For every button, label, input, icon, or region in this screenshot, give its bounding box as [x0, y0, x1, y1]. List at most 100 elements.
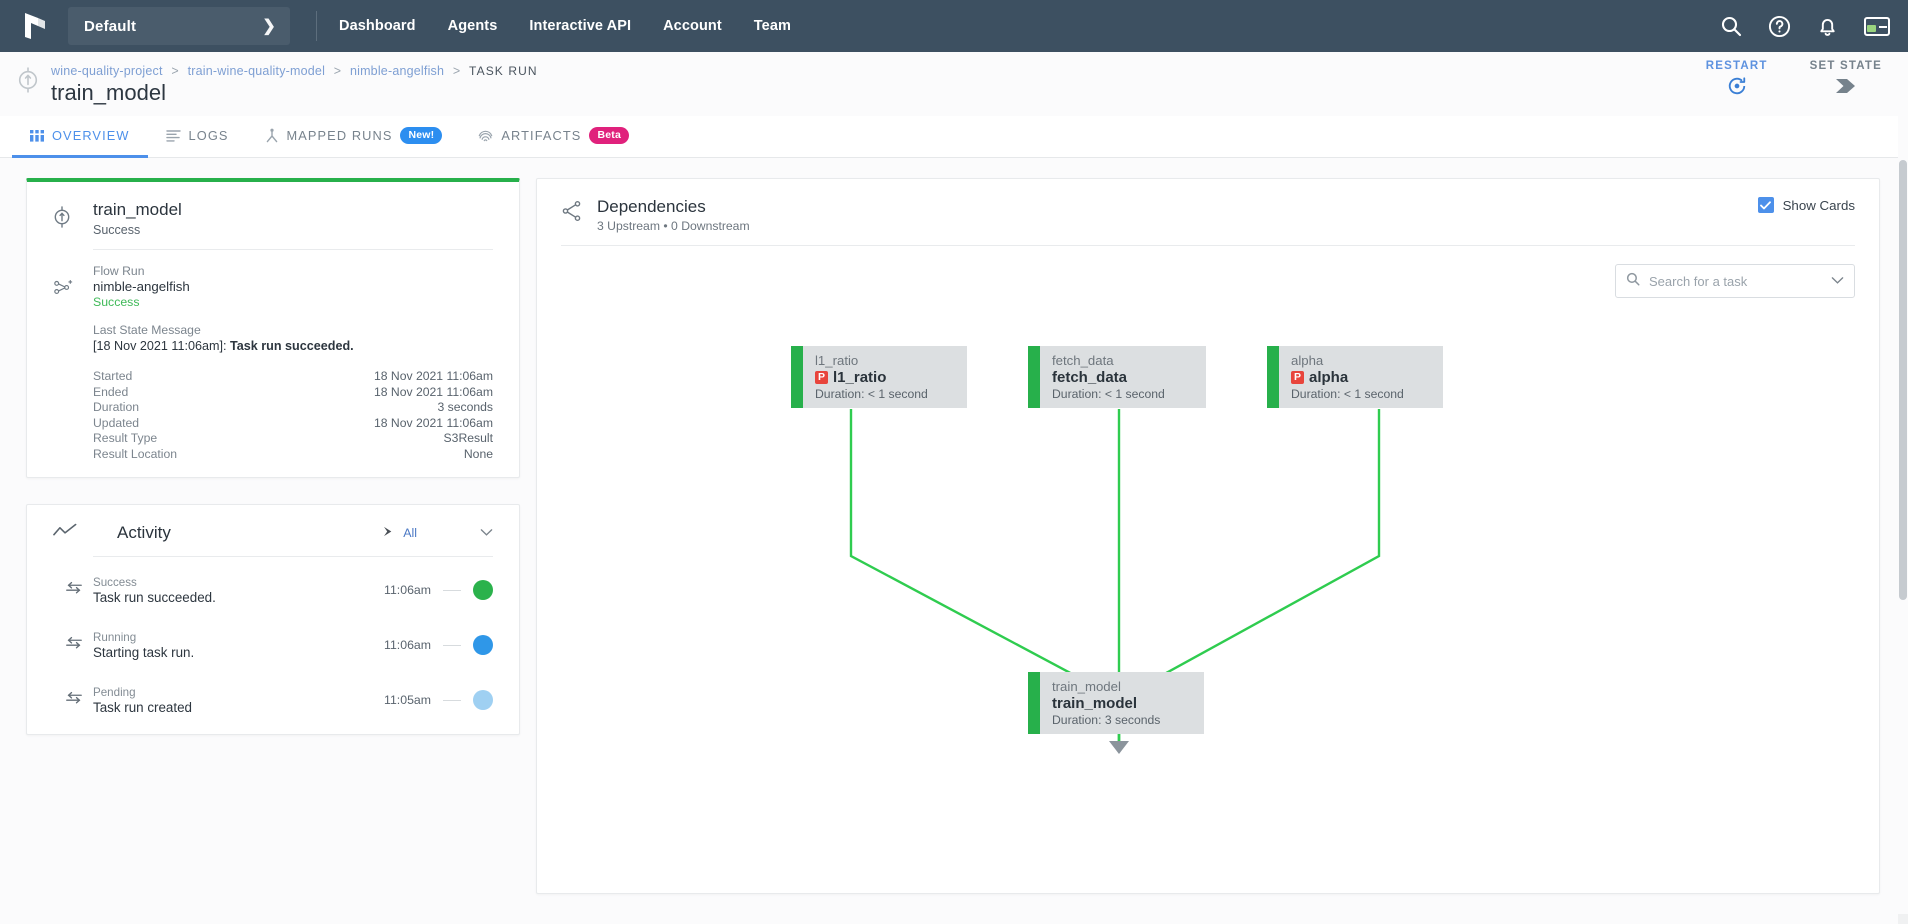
prefect-logo-icon[interactable] — [22, 11, 50, 41]
activity-row[interactable]: Running Starting task run. 11:06am — [66, 618, 493, 673]
detail-row: Updated 18 Nov 2021 11:06am — [93, 416, 493, 432]
detail-value: 18 Nov 2021 11:06am — [373, 415, 493, 430]
activity-filter-label: All — [403, 526, 417, 541]
show-cards-toggle[interactable]: Show Cards — [1757, 197, 1855, 213]
activity-message: Task run succeeded. — [93, 589, 216, 605]
detail-value: 18 Nov 2021 11:06am — [373, 369, 493, 383]
activity-row[interactable]: Success Task run succeeded. 11:06am — [66, 563, 493, 618]
detail-key: Duration — [93, 400, 140, 415]
dependency-node-train-model[interactable]: train_model train_model Duration: 3 seco… — [1028, 672, 1204, 734]
activity-rows: Success Task run succeeded. 11:06am Runn… — [66, 563, 493, 728]
dependencies-icon — [561, 200, 583, 227]
node-name: train_model — [1052, 694, 1138, 712]
activity-connector — [443, 644, 461, 646]
chevron-down-icon[interactable] — [1831, 272, 1844, 290]
flow-run-label: Flow Run — [93, 264, 145, 278]
detail-value: 18 Nov 2021 11:06am — [373, 384, 493, 399]
right-column: Dependencies 3 Upstream • 0 Downstream S… — [520, 178, 1908, 918]
node-duration: Duration: < 1 second — [815, 386, 928, 401]
activity-state-dot — [473, 635, 493, 656]
notifications-icon[interactable] — [1817, 15, 1838, 38]
tab-artifacts[interactable]: ARTIFACTS Beta — [460, 116, 647, 158]
top-navigation-bar: Default ❯ Dashboard Agents Interactive A… — [0, 0, 1908, 52]
nav-link-agents[interactable]: Agents — [448, 18, 498, 34]
activity-filter[interactable]: All — [383, 524, 493, 542]
filter-arrow-icon — [383, 524, 396, 542]
page-scrollbar[interactable] — [1898, 52, 1908, 924]
search-icon — [1626, 272, 1640, 291]
search-icon[interactable] — [1720, 15, 1742, 37]
detail-value: 3 seconds — [437, 400, 493, 415]
set-state-button[interactable]: SET STATE — [1810, 60, 1882, 96]
dependency-node-fetch-data[interactable]: fetch_data fetch_data Duration: < 1 seco… — [1028, 346, 1206, 408]
node-name-row: fetch_data — [1052, 368, 1165, 387]
activity-state: Pending — [93, 685, 136, 699]
breadcrumb-item-project[interactable]: wine-quality-project — [51, 64, 163, 78]
nav-links: Dashboard Agents Interactive API Account… — [339, 18, 791, 34]
flow-run-state: Success — [93, 295, 140, 309]
node-top-label: alpha — [1291, 352, 1324, 368]
left-column: train_model Success Flow Run nimble-ange… — [0, 178, 520, 918]
tab-logs[interactable]: LOGS — [148, 116, 247, 158]
breadcrumb-current: TASK RUN — [469, 64, 538, 78]
detail-row: Result Location None — [93, 447, 493, 463]
activity-state: Success — [93, 575, 137, 589]
project-selector-label: Default — [84, 17, 137, 35]
tab-mapped-runs[interactable]: MAPPED RUNS New! — [247, 116, 461, 158]
state-change-icon — [65, 636, 83, 655]
tab-overview[interactable]: OVERVIEW — [12, 116, 148, 158]
task-search-input[interactable]: Search for a task — [1615, 264, 1855, 298]
activity-row[interactable]: Pending Task run created 11:05am — [66, 673, 493, 728]
nav-link-dashboard[interactable]: Dashboard — [339, 18, 416, 34]
divider — [93, 555, 493, 557]
divider — [93, 249, 493, 250]
activity-card: Activity All Success Task run succeeded.… — [26, 503, 520, 735]
parameter-badge-icon: P — [1291, 370, 1304, 384]
nav-link-account[interactable]: Account — [663, 18, 722, 34]
dependencies-card: Dependencies 3 Upstream • 0 Downstream S… — [536, 178, 1880, 894]
node-name-row: P l1_ratio — [815, 368, 928, 387]
tab-mapped-runs-badge: New! — [400, 126, 443, 145]
node-status-bar — [1028, 346, 1040, 408]
task-run-summary-card: train_model Success Flow Run nimble-ange… — [26, 178, 520, 478]
dependency-node-alpha[interactable]: alpha P alpha Duration: < 1 second — [1267, 346, 1443, 408]
state-change-icon — [65, 691, 83, 710]
billing-icon[interactable] — [1864, 16, 1890, 36]
header-actions: RESTART SET STATE — [1706, 60, 1882, 96]
flow-run-block: Flow Run nimble-angelfish Success — [54, 264, 493, 309]
activity-state: Running — [93, 630, 137, 644]
help-icon[interactable] — [1768, 15, 1791, 38]
flow-run-name[interactable]: nimble-angelfish — [93, 279, 493, 294]
detail-key: Ended — [93, 384, 129, 399]
activity-connector — [443, 699, 461, 701]
restart-icon — [1706, 76, 1768, 96]
node-name: l1_ratio — [833, 368, 887, 386]
detail-key: Result Type — [93, 431, 158, 446]
tab-bar: OVERVIEW LOGS MAPPED RUNS New! ARTIFACTS… — [0, 116, 1908, 158]
detail-key: Result Location — [93, 446, 178, 461]
node-duration: Duration: < 1 second — [1291, 386, 1404, 401]
breadcrumb-item-flow[interactable]: train-wine-quality-model — [188, 64, 326, 78]
logs-icon — [165, 129, 181, 143]
dependency-graph[interactable]: l1_ratio P l1_ratio Duration: < 1 second… — [537, 304, 1879, 824]
show-cards-checkbox[interactable] — [1757, 197, 1774, 213]
dependencies-title: Dependencies — [597, 197, 706, 216]
node-name-row: train_model — [1052, 694, 1160, 713]
last-state-message-label: Last State Message — [93, 323, 201, 337]
restart-button[interactable]: RESTART — [1706, 60, 1768, 96]
last-state-message-block: Last State Message [18 Nov 2021 11:06am]… — [93, 323, 493, 353]
detail-row: Started 18 Nov 2021 11:06am — [93, 369, 493, 385]
nav-link-team[interactable]: Team — [754, 18, 791, 34]
chevron-down-icon — [480, 524, 493, 542]
page-scrollbar-thumb[interactable] — [1899, 160, 1907, 600]
dependency-node-l1-ratio[interactable]: l1_ratio P l1_ratio Duration: < 1 second — [791, 346, 967, 408]
detail-value: None — [463, 446, 493, 461]
breadcrumb-item-flow-run[interactable]: nimble-angelfish — [350, 64, 444, 78]
node-name-row: P alpha — [1291, 368, 1404, 387]
tab-overview-label: OVERVIEW — [52, 128, 130, 143]
breadcrumb-separator: > — [171, 64, 179, 78]
last-state-message-body: Task run succeeded. — [230, 339, 354, 353]
nav-link-interactive-api[interactable]: Interactive API — [529, 18, 631, 34]
task-run-icon — [49, 204, 75, 235]
project-selector[interactable]: Default ❯ — [68, 7, 290, 45]
